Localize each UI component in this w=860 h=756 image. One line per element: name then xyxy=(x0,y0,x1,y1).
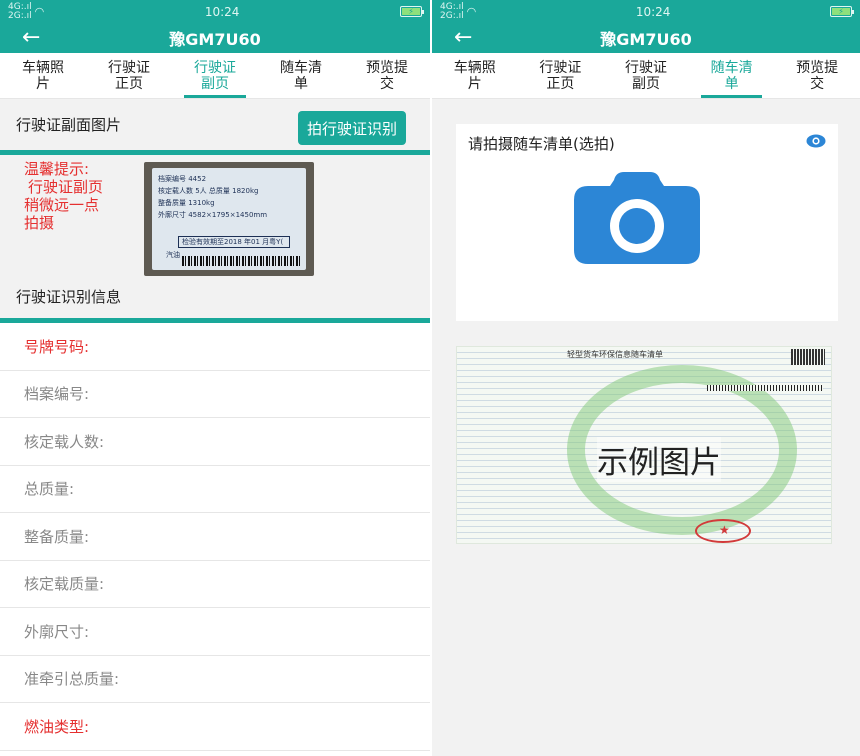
arrow-left-icon[interactable]: ← xyxy=(22,27,40,49)
license-barcode xyxy=(182,256,300,266)
signal-2g: 2G:.ıl xyxy=(8,10,32,21)
field-row[interactable]: 整备质量: xyxy=(0,513,430,561)
page-title: 豫GM7U60 xyxy=(169,30,261,49)
field-row[interactable]: 核定载人数: xyxy=(0,418,430,466)
tab-license-back[interactable]: 行驶证 副页 xyxy=(603,53,689,98)
field-row[interactable]: 总质量: xyxy=(0,466,430,513)
wifi-icon: ◠ xyxy=(34,5,45,18)
tab-license-back[interactable]: 行驶证 副页 xyxy=(172,53,258,98)
section-license-back-image: 行驶证副面图片 拍行驶证识别 xyxy=(0,99,430,155)
tab-license-front[interactable]: 行驶证 正页 xyxy=(86,53,172,98)
tab-preview-submit[interactable]: 预览提 交 xyxy=(774,53,860,98)
clock: 10:24 xyxy=(204,4,240,19)
tab-bar: 车辆照 片行驶证 正页 行驶证 副页 随车清 单预览提 交 xyxy=(432,53,860,99)
title-bar: ← 豫GM7U60 xyxy=(432,23,860,53)
star-icon: ★ xyxy=(719,523,730,537)
license-row-3: 整备质量 1310kg xyxy=(158,199,215,207)
tip-line-3: 稍微远一点 xyxy=(24,196,100,214)
license-row-4: 外廓尺寸 4582×1795×1450mm xyxy=(158,211,268,219)
license-fuel: 汽油 xyxy=(166,251,180,259)
recognize-license-button[interactable]: 拍行驶证识别 xyxy=(297,111,406,145)
info-title: 行驶证识别信息 xyxy=(16,288,122,306)
license-back-photo[interactable]: 档案编号 4452 核定载人数 5人 总质量 1820kg 整备质量 1310k… xyxy=(144,162,314,276)
tip-line-2: 行驶证副页 xyxy=(28,178,104,196)
license-stamp: 检验有效期至2018 年01 月粤Y( xyxy=(178,236,290,248)
field-row[interactable]: 号牌号码: xyxy=(0,323,430,371)
clock: 10:24 xyxy=(635,4,671,19)
sample-image: 轻型货车环保信息随车清单 ★ 示例图片 xyxy=(456,346,832,544)
page-title: 豫GM7U60 xyxy=(600,30,692,49)
upload-label: 请拍摄随车清单(选拍) xyxy=(468,135,615,153)
left-screen: 4G:.ıl 2G:.ıl ◠ 10:24 ⚡ ← 豫GM7U60 车辆照 片行… xyxy=(0,0,430,756)
sample-label: 示例图片 xyxy=(597,437,721,482)
signal-2g: 2G:.ıl xyxy=(440,10,464,21)
section-title: 行驶证副面图片 xyxy=(16,116,122,134)
tab-vehicle-list[interactable]: 随车清 单 xyxy=(258,53,344,98)
tab-vehicle-photos[interactable]: 车辆照 片 xyxy=(432,53,518,98)
wifi-icon: ◠ xyxy=(466,5,477,18)
title-bar: ← 豫GM7U60 xyxy=(0,23,430,53)
signal-indicator: 4G:.ıl 2G:.ıl ◠ xyxy=(8,2,45,21)
tab-license-front[interactable]: 行驶证 正页 xyxy=(518,53,604,98)
section-recognition-info: 行驶证识别信息 xyxy=(0,275,430,323)
battery-icon: ⚡ xyxy=(830,6,854,17)
field-row[interactable]: 核定载质量: xyxy=(0,561,430,608)
field-row[interactable]: 档案编号: xyxy=(0,371,430,418)
vehicle-list-upload-card: 请拍摄随车清单(选拍) xyxy=(456,124,838,321)
tip-line-4: 拍摄 xyxy=(24,214,55,232)
sample-qr-code xyxy=(791,349,825,365)
field-row[interactable]: 准牵引总质量: xyxy=(0,656,430,703)
field-row[interactable]: 外廓尺寸: xyxy=(0,608,430,656)
tab-bar: 车辆照 片行驶证 正页 行驶证 副页 随车清 单预览提 交 xyxy=(0,53,430,99)
tab-vehicle-photos[interactable]: 车辆照 片 xyxy=(0,53,86,98)
sample-header: 轻型货车环保信息随车清单 xyxy=(567,350,663,359)
status-bar: 4G:.ıl 2G:.ıl ◠ 10:24 ⚡ xyxy=(0,0,430,23)
arrow-left-icon[interactable]: ← xyxy=(454,27,472,49)
tab-vehicle-list[interactable]: 随车清 单 xyxy=(689,53,775,98)
field-row[interactable]: 燃油类型: xyxy=(0,703,430,751)
tip-text: 温馨提示: 行驶证副页 稍微远一点 拍摄 xyxy=(24,160,103,232)
battery-icon: ⚡ xyxy=(400,6,424,17)
tab-preview-submit[interactable]: 预览提 交 xyxy=(344,53,430,98)
eye-icon[interactable] xyxy=(806,134,826,148)
license-paper: 档案编号 4452 核定载人数 5人 总质量 1820kg 整备质量 1310k… xyxy=(152,168,306,270)
tip-line-1: 温馨提示: xyxy=(24,160,90,178)
license-row-2: 核定载人数 5人 总质量 1820kg xyxy=(158,187,259,195)
right-screen: 4G:.ıl 2G:.ıl ◠ 10:24 ⚡ ← 豫GM7U60 车辆照 片行… xyxy=(430,0,860,756)
tip-area: 温馨提示: 行驶证副页 稍微远一点 拍摄 档案编号 4452 核定载人数 5人 … xyxy=(0,155,430,276)
field-list: 号牌号码: 档案编号: 核定载人数: 总质量: 整备质量: 核定载质量: 外廓尺寸: 准牵引总… xyxy=(0,323,430,751)
camera-icon[interactable] xyxy=(574,172,700,264)
signal-indicator: 4G:.ıl 2G:.ıl ◠ xyxy=(440,2,477,21)
screens-container: 4G:.ıl 2G:.ıl ◠ 10:24 ⚡ ← 豫GM7U60 车辆照 片行… xyxy=(0,0,860,756)
status-bar: 4G:.ıl 2G:.ıl ◠ 10:24 ⚡ xyxy=(432,0,860,23)
sample-barcode xyxy=(707,385,823,391)
license-row-1: 档案编号 4452 xyxy=(158,175,207,183)
